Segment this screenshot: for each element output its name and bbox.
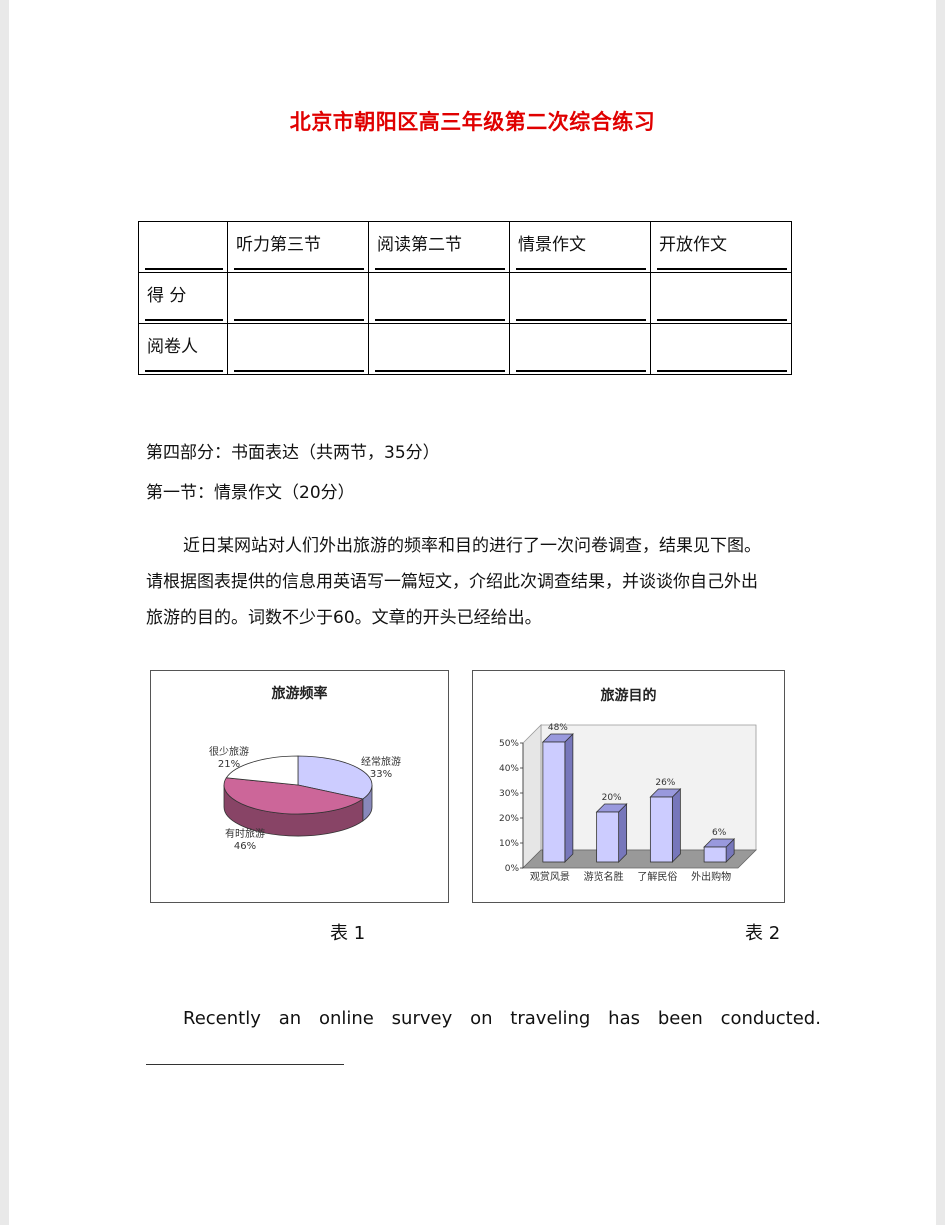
x-tick-label: 游览名胜 xyxy=(584,870,624,883)
essay-word: has xyxy=(608,1008,640,1029)
header-reading: 阅读第二节 xyxy=(377,235,462,255)
y-tick-label: 50% xyxy=(499,739,519,749)
bar-chart-purpose: 旅游目的 0% 10% 20% 30% 40% 50% 48% 观赏风景 20% 游览名胜 26% 了… xyxy=(472,670,785,903)
y-tick-label: 40% xyxy=(499,764,519,774)
grader-cell[interactable] xyxy=(227,323,369,375)
pie-label-sometimes: 有时旅游 46% xyxy=(225,829,265,852)
document-title: 北京市朝阳区高三年级第二次综合练习 xyxy=(289,109,656,134)
instructions-paragraph: 近日某网站对人们外出旅游的频率和目的进行了一次问卷调查，结果见下图。 请根据图表… xyxy=(146,528,818,636)
bar xyxy=(649,796,673,863)
score-cell[interactable] xyxy=(227,272,369,324)
essay-word: been xyxy=(657,1008,703,1029)
bar-chart-svg: 0% 10% 20% 30% 40% 50% 48% 观赏风景 20% 游览名胜 26% 了解民俗 6%… xyxy=(499,723,757,883)
pie-chart-svg xyxy=(223,755,373,837)
pie-chart-frequency: 旅游频率 经常旅游 33% 有时旅游 46% 很少旅游 21% xyxy=(150,670,449,903)
bar-value-label: 48% xyxy=(548,723,568,733)
row-label-score: 得 分 xyxy=(138,272,228,324)
x-tick-label: 外出购物 xyxy=(691,870,731,883)
y-tick-label: 20% xyxy=(499,814,519,824)
score-cell[interactable] xyxy=(650,272,792,324)
table-header-row: 听力第三节 阅读第二节 情景作文 开放作文 xyxy=(138,221,792,273)
essay-word: traveling xyxy=(510,1008,591,1029)
essay-word: online xyxy=(318,1008,374,1029)
bar-value-label: 26% xyxy=(655,778,675,788)
table-header-cell: 阅读第二节 xyxy=(368,221,510,273)
bar xyxy=(703,846,727,863)
bar-chart-side-wall xyxy=(522,724,542,869)
table-header-cell: 开放作文 xyxy=(650,221,792,273)
pie-label-rarely: 很少旅游 21% xyxy=(209,747,249,770)
instruction-line: 近日某网站对人们外出旅游的频率和目的进行了一次问卷调查，结果见下图。 xyxy=(183,536,761,556)
bar-value-label: 6% xyxy=(712,828,727,838)
table-header-cell: 听力第三节 xyxy=(227,221,369,273)
table-header-cell xyxy=(138,221,228,273)
header-situational-writing: 情景作文 xyxy=(518,235,586,255)
y-tick-label: 0% xyxy=(505,864,520,874)
essay-opening: Recently an online survey on traveling has been… xyxy=(183,1008,821,1029)
table-row: 阅卷人 xyxy=(138,323,792,375)
bar xyxy=(596,811,620,863)
y-tick-label: 10% xyxy=(499,839,519,849)
score-cell[interactable] xyxy=(509,272,651,324)
bar-value-label: 20% xyxy=(602,793,622,803)
table-header-cell: 情景作文 xyxy=(509,221,651,273)
header-open-writing: 开放作文 xyxy=(659,235,727,255)
x-tick-label: 了解民俗 xyxy=(637,870,677,883)
caption-chart-2: 表 2 xyxy=(745,923,781,944)
essay-word: Recently xyxy=(183,1008,261,1029)
sub-heading: 第一节：情景作文（20分） xyxy=(146,483,355,503)
answer-blank-line[interactable] xyxy=(146,1064,344,1065)
grader-cell[interactable] xyxy=(509,323,651,375)
instruction-line: 旅游的目的。词数不少于60。文章的开头已经给出。 xyxy=(146,608,542,628)
table-row: 得 分 xyxy=(138,272,792,324)
grader-cell[interactable] xyxy=(368,323,510,375)
pie-label-often: 经常旅游 33% xyxy=(361,757,401,780)
bar-side xyxy=(564,733,574,863)
part-heading: 第四部分：书面表达（共两节，35分） xyxy=(146,443,440,463)
header-listening: 听力第三节 xyxy=(236,235,321,255)
caption-chart-1: 表 1 xyxy=(330,923,366,944)
grader-cell[interactable] xyxy=(650,323,792,375)
bar xyxy=(542,741,566,863)
essay-word: on xyxy=(470,1008,493,1029)
essay-word: an xyxy=(278,1008,302,1029)
score-cell[interactable] xyxy=(368,272,510,324)
row-label-grader: 阅卷人 xyxy=(138,323,228,375)
essay-word: survey xyxy=(391,1008,453,1029)
instruction-line: 请根据图表提供的信息用英语写一篇短文，介绍此次调查结果，并谈谈你自己外出 xyxy=(146,572,758,592)
essay-word: conducted. xyxy=(720,1008,821,1029)
score-table: 听力第三节 阅读第二节 情景作文 开放作文 得 分 阅卷人 xyxy=(138,221,792,375)
y-tick-label: 30% xyxy=(499,789,519,799)
bar-side xyxy=(618,803,628,863)
x-tick-label: 观赏风景 xyxy=(530,871,570,883)
bar-side xyxy=(671,788,681,863)
